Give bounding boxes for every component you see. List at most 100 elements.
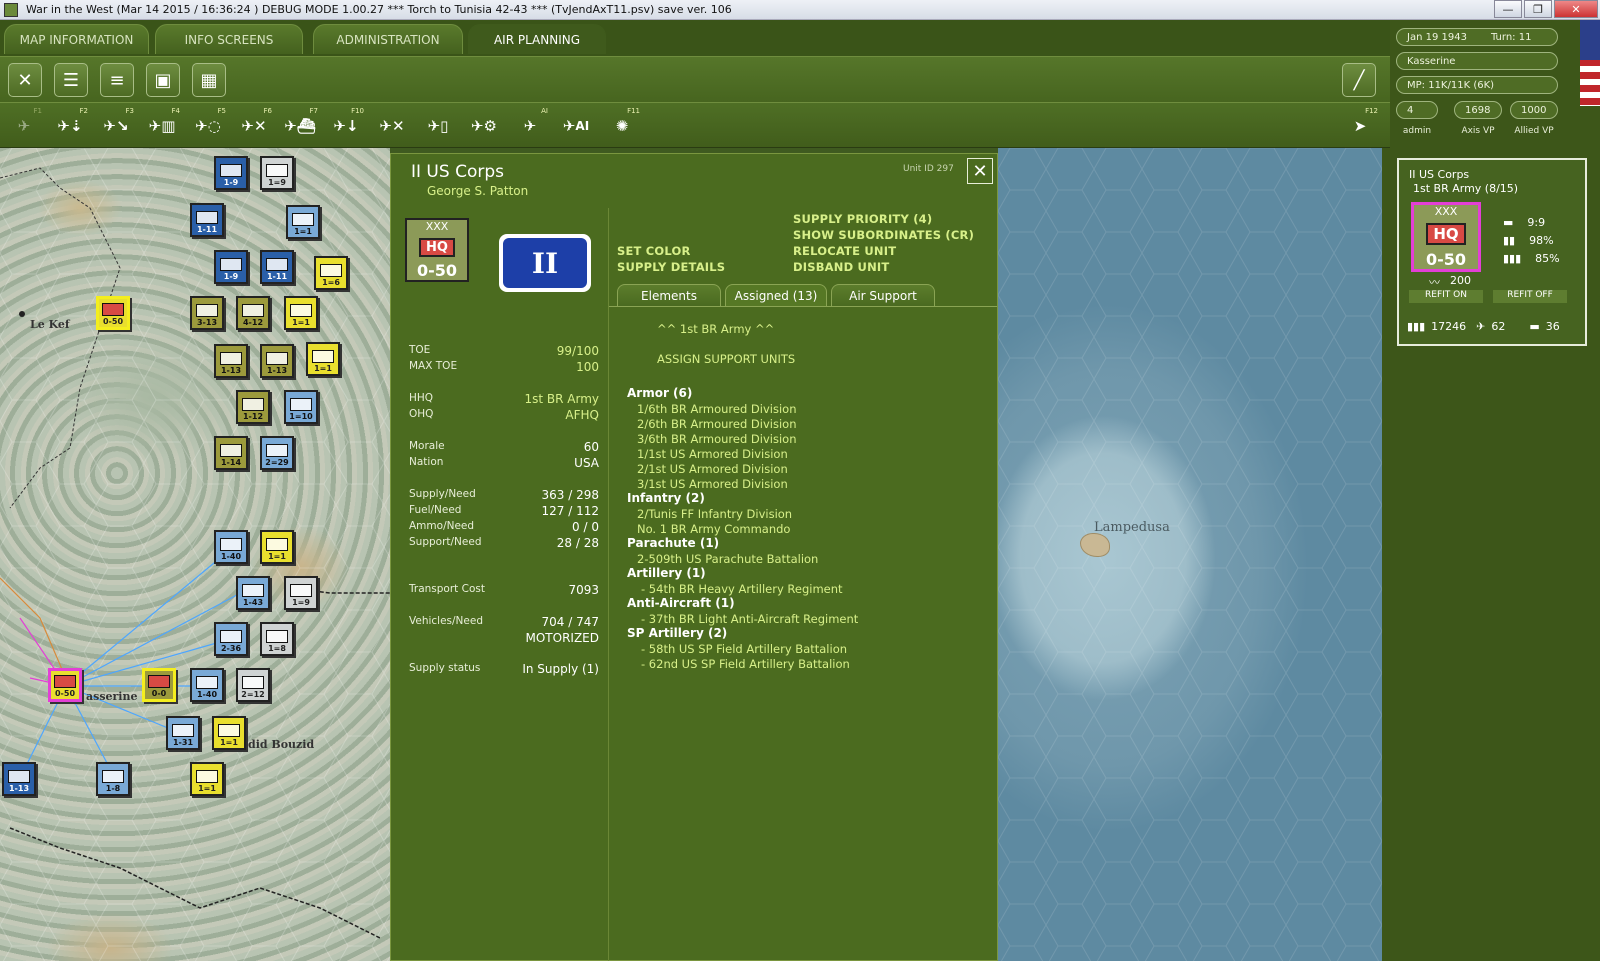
- airfield-attack-button[interactable]: ✈▥F4: [142, 107, 182, 145]
- report-list-icon[interactable]: ≡: [100, 63, 134, 97]
- list-item[interactable]: - 58th US SP Field Artillery Battalion: [641, 642, 847, 656]
- air-group-button[interactable]: ✈▯: [418, 107, 458, 145]
- parent-hq-link[interactable]: ^^ 1st BR Army ^^: [657, 322, 774, 336]
- close-panel-button[interactable]: ✕: [967, 158, 993, 184]
- map-unit-selected-hq[interactable]: 0-50: [48, 668, 82, 702]
- supply-details-button[interactable]: SUPPLY DETAILS: [617, 260, 725, 274]
- map-unit[interactable]: 1-14: [214, 436, 248, 470]
- map-label-kasserine: asserine: [86, 690, 137, 703]
- air-directive-button[interactable]: ✈⚙: [464, 107, 504, 145]
- map-unit[interactable]: 3-13: [190, 296, 224, 330]
- map-unit[interactable]: 1=8: [260, 622, 294, 656]
- close-icon[interactable]: ✕: [8, 63, 42, 97]
- close-window-button[interactable]: ✕: [1554, 0, 1598, 18]
- air-supply-button[interactable]: ✈✕: [372, 107, 412, 145]
- save-icon[interactable]: ▣: [146, 63, 180, 97]
- relocate-unit-button[interactable]: RELOCATE UNIT: [793, 244, 896, 258]
- map-unit[interactable]: 1-9: [214, 156, 248, 190]
- list-item[interactable]: 2/1st US Armored Division: [637, 462, 788, 476]
- tab-map-information[interactable]: MAP INFORMATION: [4, 24, 149, 54]
- grid-icon[interactable]: ▦: [192, 63, 226, 97]
- map-unit[interactable]: 1-40: [190, 668, 224, 702]
- air-recon-button[interactable]: ✈◌F5: [188, 107, 228, 145]
- tab-administration[interactable]: ADMINISTRATION: [313, 24, 463, 54]
- map-unit[interactable]: 2-36: [214, 622, 248, 656]
- subtab-elements[interactable]: Elements: [617, 284, 721, 306]
- air-mode-button[interactable]: ✈F1: [4, 107, 44, 145]
- list-item[interactable]: - 37th BR Light Anti-Aircraft Regiment: [641, 612, 858, 626]
- list-item[interactable]: 1/6th BR Armoured Division: [637, 402, 796, 416]
- map-unit[interactable]: 1-40: [214, 530, 248, 564]
- map-unit[interactable]: 1=1: [306, 342, 340, 376]
- assign-support-button[interactable]: ASSIGN SUPPORT UNITS: [657, 352, 795, 366]
- tab-info-screens[interactable]: INFO SCREENS: [155, 24, 303, 54]
- us-flag-icon: [1580, 20, 1600, 106]
- map-unit[interactable]: 1-13: [214, 344, 248, 378]
- list-item[interactable]: No. 1 BR Army Commando: [637, 522, 790, 536]
- stat-toe: TOE99/100: [409, 344, 599, 358]
- disband-unit-button[interactable]: DISBAND UNIT: [793, 260, 889, 274]
- map-unit[interactable]: 1=9: [260, 156, 294, 190]
- ai-planning-button[interactable]: ✈AI: [556, 107, 596, 145]
- stat-hhq[interactable]: HHQ1st BR Army: [409, 392, 599, 406]
- refit-on-button[interactable]: REFIT ON: [1409, 290, 1483, 303]
- map-unit[interactable]: 1-13: [2, 762, 36, 796]
- map-unit[interactable]: 1=1: [286, 205, 320, 239]
- map-unit[interactable]: 1-31: [166, 716, 200, 750]
- list-item[interactable]: 2-509th US Parachute Battalion: [637, 552, 818, 566]
- list-item[interactable]: 1/1st US Armored Division: [637, 447, 788, 461]
- map-unit[interactable]: 1=1: [212, 716, 246, 750]
- air-transfer-button[interactable]: ✈⇣F2: [50, 107, 90, 145]
- map-unit[interactable]: 1-11: [190, 203, 224, 237]
- pencil-icon[interactable]: ╱: [1342, 63, 1376, 97]
- naval-attack-button[interactable]: ✈⛴F7: [280, 107, 320, 145]
- unit-commander[interactable]: George S. Patton: [427, 184, 528, 198]
- ground-attack-button[interactable]: ✈↓F10: [326, 107, 366, 145]
- air-recon-icon: ✈◌: [195, 117, 221, 135]
- map-unit[interactable]: 1-9: [214, 250, 248, 284]
- minimize-button[interactable]: —: [1494, 0, 1522, 18]
- map-unit[interactable]: 1=1: [190, 762, 224, 796]
- map-unit[interactable]: 0-0: [142, 668, 176, 702]
- tab-air-planning[interactable]: AIR PLANNING: [468, 24, 606, 54]
- selected-unit-counter[interactable]: XXX HQ 0-50: [1411, 202, 1481, 272]
- map-unit[interactable]: 4-12: [236, 296, 270, 330]
- map-unit[interactable]: 1=1: [260, 530, 294, 564]
- map-unit[interactable]: 1-43: [236, 576, 270, 610]
- map-unit-hq[interactable]: 0-50: [96, 296, 130, 330]
- map-unit[interactable]: 1-12: [236, 390, 270, 424]
- refit-off-button[interactable]: REFIT OFF: [1493, 290, 1567, 303]
- map-unit[interactable]: 1-11: [260, 250, 294, 284]
- maximize-button[interactable]: ❐: [1524, 0, 1552, 18]
- ai-attack-button[interactable]: ✈AI: [510, 107, 550, 145]
- selected-unit-sidebar: II US Corps 1st BR Army (8/15) XXX HQ 0-…: [1382, 148, 1600, 961]
- map-unit[interactable]: 1=10: [284, 390, 318, 424]
- map-view-right[interactable]: Lampedusa: [998, 148, 1382, 961]
- map-unit[interactable]: 1=9: [284, 576, 318, 610]
- next-button[interactable]: ➤F12: [1340, 107, 1380, 145]
- map-unit[interactable]: 1-13: [260, 344, 294, 378]
- location-pill: Kasserine: [1396, 52, 1558, 70]
- show-subordinates-button[interactable]: SHOW SUBORDINATES (CR): [793, 228, 974, 242]
- set-color-button[interactable]: SET COLOR: [617, 244, 691, 258]
- map-unit[interactable]: 2=29: [260, 436, 294, 470]
- subtab-assigned[interactable]: Assigned (13): [725, 284, 827, 306]
- map-unit[interactable]: 1=1: [284, 296, 318, 330]
- map-unit[interactable]: 1=6: [314, 256, 348, 290]
- list-item[interactable]: 3/6th BR Armoured Division: [637, 432, 796, 446]
- supply-priority-button[interactable]: SUPPLY PRIORITY (4): [793, 212, 932, 226]
- main-tab-bar: MAP INFORMATION INFO SCREENS ADMINISTRAT…: [0, 20, 1390, 56]
- list-item[interactable]: - 62nd US SP Field Artillery Battalion: [641, 657, 850, 671]
- unit-list-icon[interactable]: ☰: [54, 63, 88, 97]
- map-unit[interactable]: 1-8: [96, 762, 130, 796]
- list-item[interactable]: - 54th BR Heavy Artillery Regiment: [641, 582, 843, 596]
- air-attack-button[interactable]: ✈↘F3: [96, 107, 136, 145]
- air-explosion-button[interactable]: ✺F11: [602, 107, 642, 145]
- interdiction-button[interactable]: ✈✕F6: [234, 107, 274, 145]
- list-item[interactable]: 2/6th BR Armoured Division: [637, 417, 796, 431]
- map-view-left[interactable]: Le Kef asserine did Bouzid 1-9 1=9 1-11 …: [0, 148, 390, 961]
- subtab-air-support[interactable]: Air Support: [831, 284, 935, 306]
- map-unit[interactable]: 2=12: [236, 668, 270, 702]
- list-item[interactable]: 3/1st US Armored Division: [637, 477, 788, 491]
- list-item[interactable]: 2/Tunis FF Infantry Division: [637, 507, 792, 521]
